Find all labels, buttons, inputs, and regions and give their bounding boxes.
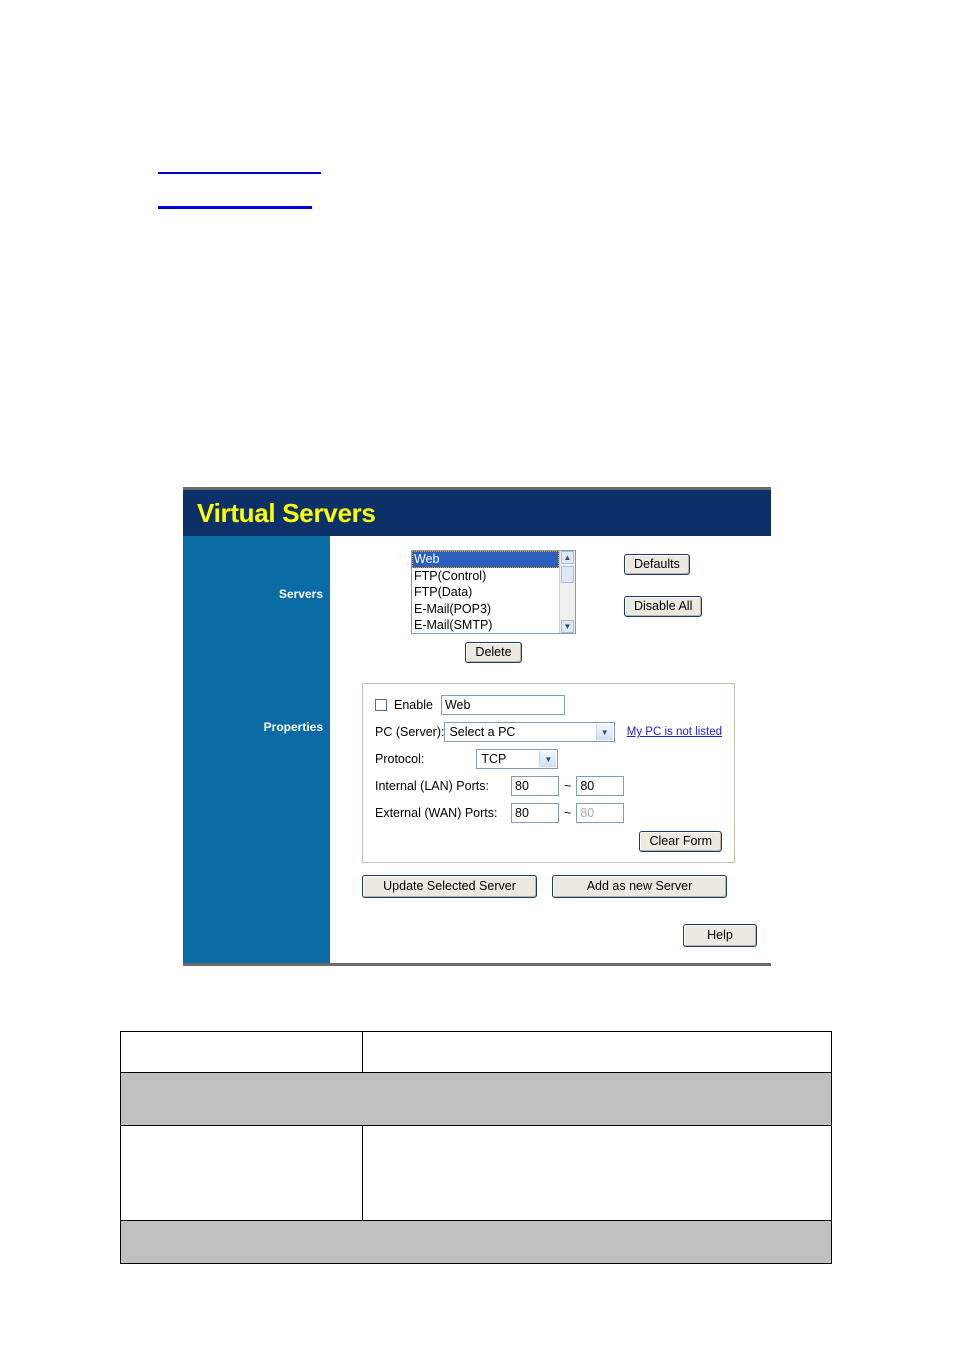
servers-side-buttons: Defaults Disable All [624, 550, 703, 617]
internal-ports-row: Internal (LAN) Ports: ~ [375, 776, 722, 796]
table-row [120, 1031, 832, 1073]
external-port-start-input[interactable] [511, 803, 559, 823]
pc-server-row: PC (Server): Select a PC ▼ My PC is not … [375, 722, 722, 742]
chevron-down-icon[interactable]: ▼ [595, 724, 613, 740]
servers-listbox-scrollbar[interactable]: ▲ ▼ [559, 551, 575, 633]
top-link-2-underline [158, 206, 312, 209]
delete-button-row: Delete [411, 642, 576, 663]
panel-title-bar: Virtual Servers [183, 490, 771, 536]
chevron-down-icon[interactable]: ▼ [539, 751, 557, 767]
external-ports-label: External (WAN) Ports: [375, 806, 498, 820]
update-selected-server-button[interactable]: Update Selected Server [362, 875, 537, 898]
table-cell [120, 1031, 363, 1073]
table-row [120, 1220, 832, 1264]
internal-range-separator: ~ [564, 779, 572, 793]
external-ports-row: External (WAN) Ports: ~ [375, 803, 722, 823]
properties-fieldset: Enable PC (Server): Select a PC ▼ My PC … [362, 683, 735, 863]
virtual-servers-panel: Virtual Servers Servers Properties Web F… [183, 487, 771, 966]
chevron-down-icon[interactable]: ▼ [561, 620, 574, 633]
action-buttons-row: Update Selected Server Add as new Server [362, 875, 771, 898]
table-row [120, 1072, 832, 1126]
table-cell [362, 1031, 832, 1073]
protocol-selected-value: TCP [481, 752, 507, 766]
top-link-1-underline [158, 172, 321, 174]
table-cell [120, 1072, 832, 1126]
description-table [120, 1031, 832, 1264]
clear-form-button[interactable]: Clear Form [639, 831, 722, 852]
servers-listbox[interactable]: Web FTP(Control) FTP(Data) E-Mail(POP3) … [411, 550, 576, 634]
top-link-group [158, 160, 558, 228]
table-cell [362, 1125, 832, 1221]
servers-listbox-items: Web FTP(Control) FTP(Data) E-Mail(POP3) … [412, 551, 559, 633]
section-label-properties: Properties [263, 720, 323, 734]
table-cell [120, 1220, 832, 1264]
defaults-button[interactable]: Defaults [624, 554, 690, 575]
pc-server-selected-value: Select a PC [449, 725, 516, 739]
internal-port-end-input[interactable] [576, 776, 625, 796]
protocol-row: Protocol: TCP ▼ [375, 749, 722, 769]
help-button-row: Help [330, 898, 771, 963]
scrollbar-thumb[interactable] [561, 566, 574, 583]
my-pc-not-listed-link[interactable]: My PC is not listed [627, 726, 722, 738]
page-title: Virtual Servers [197, 497, 376, 528]
section-label-servers: Servers [278, 587, 323, 601]
add-as-new-server-button[interactable]: Add as new Server [552, 875, 727, 898]
server-name-input[interactable] [440, 695, 565, 715]
external-range-separator: ~ [564, 806, 572, 820]
panel-main: Web FTP(Control) FTP(Data) E-Mail(POP3) … [330, 536, 771, 963]
clear-form-row: Clear Form [375, 831, 722, 852]
servers-section: Web FTP(Control) FTP(Data) E-Mail(POP3) … [330, 536, 771, 634]
top-link-1[interactable] [158, 172, 558, 194]
help-button[interactable]: Help [683, 924, 757, 947]
external-port-end-input [576, 803, 625, 823]
list-item[interactable]: FTP(Control) [412, 568, 559, 585]
panel-sidebar: Servers Properties [183, 536, 330, 963]
protocol-select[interactable]: TCP ▼ [476, 749, 559, 769]
list-item[interactable]: FTP(Data) [412, 584, 559, 601]
table-cell [120, 1125, 363, 1221]
disable-all-button[interactable]: Disable All [624, 596, 703, 617]
enable-checkbox[interactable] [375, 699, 387, 711]
pc-server-select[interactable]: Select a PC ▼ [444, 722, 615, 742]
internal-ports-label: Internal (LAN) Ports: [375, 779, 489, 793]
list-item[interactable]: Web [412, 551, 559, 568]
protocol-label: Protocol: [375, 752, 425, 766]
list-item[interactable]: E-Mail(SMTP) [412, 617, 559, 633]
top-link-2[interactable] [158, 206, 558, 228]
internal-port-start-input[interactable] [511, 776, 559, 796]
list-item[interactable]: E-Mail(POP3) [412, 601, 559, 618]
chevron-up-icon[interactable]: ▲ [561, 551, 574, 564]
delete-button[interactable]: Delete [465, 642, 522, 663]
enable-row: Enable [375, 695, 722, 715]
pc-server-label: PC (Server): [375, 725, 445, 739]
panel-body: Servers Properties Web FTP(Control) FTP(… [183, 536, 771, 963]
enable-label: Enable [394, 698, 433, 712]
table-row [120, 1125, 832, 1221]
